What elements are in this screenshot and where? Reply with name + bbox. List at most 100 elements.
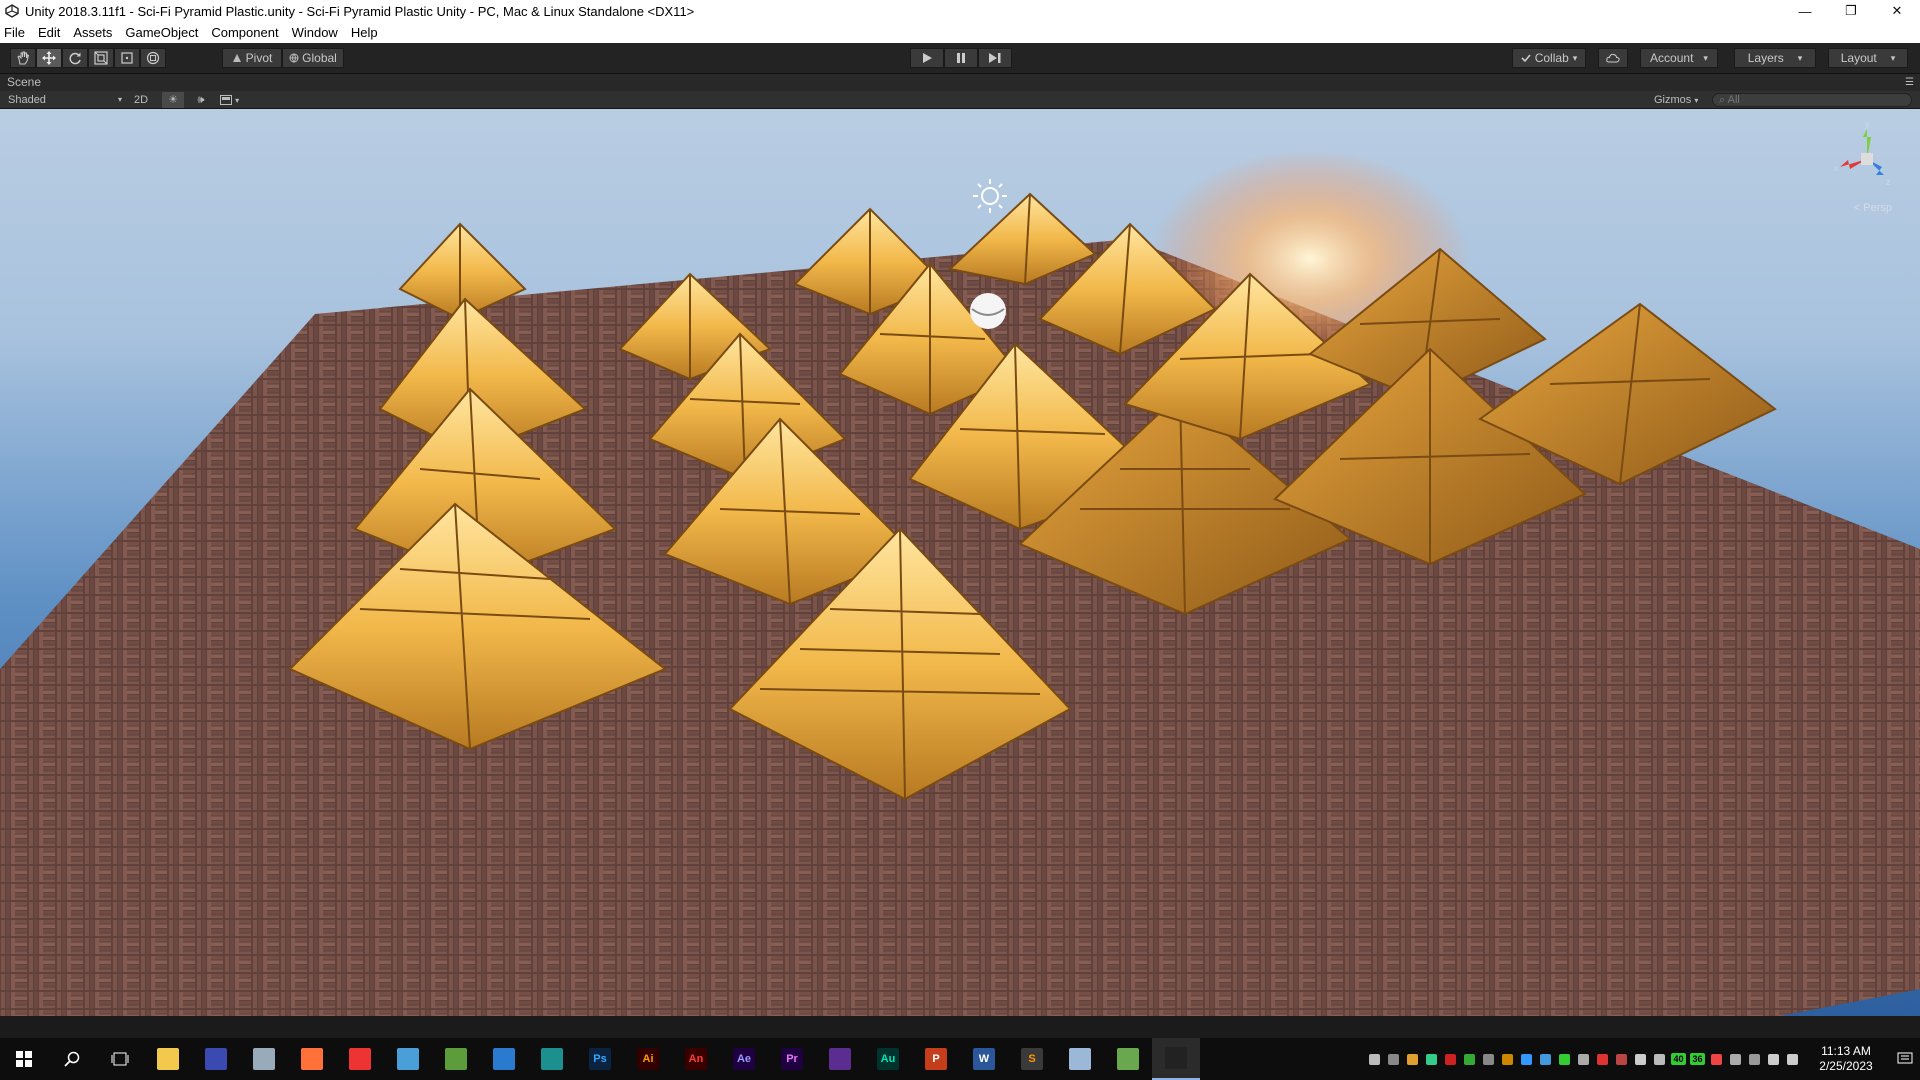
taskbar-app-word[interactable]: W [960,1038,1008,1080]
layout-dropdown[interactable]: Layout ▾ [1828,48,1908,68]
menu-file[interactable]: File [4,25,25,40]
z-axis-label: z [1886,177,1891,187]
rect-tool-button[interactable] [114,48,140,68]
projection-label[interactable]: < Persp [1854,202,1892,214]
collab-dropdown[interactable]: Collab ▾ [1512,48,1586,68]
tray-icon[interactable] [1384,1038,1403,1080]
2d-toggle-button[interactable]: 2D [131,92,151,108]
tray-icon[interactable] [1403,1038,1422,1080]
menu-gameobject[interactable]: GameObject [125,25,198,40]
taskbar-app-photoshop[interactable]: Ps [576,1038,624,1080]
notification-center-button[interactable] [1890,1052,1920,1066]
close-button[interactable]: ✕ [1874,0,1920,22]
step-button[interactable] [978,48,1012,68]
taskbar-app-file-explorer[interactable] [144,1038,192,1080]
maximize-button[interactable]: ❐ [1828,0,1874,22]
tray-icon[interactable] [1726,1038,1745,1080]
taskbar-app-powerpoint[interactable]: P [912,1038,960,1080]
scene-audio-toggle[interactable]: 🕪 [192,92,210,108]
window-titlebar: Unity 2018.3.11f1 - Sci-Fi Pyramid Plast… [0,0,1920,22]
search-icon: ⌕ [1719,94,1726,106]
tray-icon[interactable] [1764,1038,1783,1080]
move-tool-button[interactable] [36,48,62,68]
taskbar-app-search-tool[interactable] [384,1038,432,1080]
tray-icon[interactable] [1631,1038,1650,1080]
tray-icon[interactable] [1555,1038,1574,1080]
taskbar-app-unity-hub[interactable] [192,1038,240,1080]
tray-icon[interactable] [1460,1038,1479,1080]
play-button[interactable] [910,48,944,68]
gizmos-dropdown[interactable]: Gizmos ▾ [1654,92,1704,108]
tray-icon[interactable] [1498,1038,1517,1080]
taskbar-app-sublime[interactable]: S [1008,1038,1056,1080]
scene-effects-dropdown[interactable]: ▾ [220,92,246,108]
sublime-icon: S [1021,1048,1043,1070]
tray-icon-list: 40 36 [1365,1038,1802,1080]
taskbar-app-paint[interactable] [240,1038,288,1080]
menu-help[interactable]: Help [351,25,378,40]
tray-icon[interactable] [1574,1038,1593,1080]
tray-icon[interactable] [1745,1038,1764,1080]
taskbar-app-illustrator[interactable]: Ai [624,1038,672,1080]
transform-tool-button[interactable] [140,48,166,68]
tray-icon[interactable]: 36 [1688,1038,1707,1080]
pivot-toggle-button[interactable]: Pivot [222,48,282,68]
taskbar-app-globe-app[interactable] [432,1038,480,1080]
scene-lighting-toggle[interactable]: ☀ [162,92,184,108]
tray-icon[interactable] [1783,1038,1802,1080]
taskbar-app-visual-studio[interactable] [816,1038,864,1080]
visual-studio-icon [829,1048,851,1070]
menu-window[interactable]: Window [292,25,338,40]
combined-transform-icon [146,51,160,65]
tray-icon[interactable] [1593,1038,1612,1080]
taskbar-app-firefox[interactable] [288,1038,336,1080]
taskbar-app-chrome[interactable] [336,1038,384,1080]
taskbar-app-network-app[interactable] [1104,1038,1152,1080]
layers-dropdown[interactable]: Layers ▾ [1734,48,1816,68]
menu-edit[interactable]: Edit [38,25,60,40]
tray-icon[interactable] [1365,1038,1384,1080]
minimize-button[interactable]: — [1782,0,1828,22]
menu-component[interactable]: Component [211,25,278,40]
collab-group: Collab ▾ [1512,48,1586,68]
tray-icon[interactable] [1422,1038,1441,1080]
pivot-icon [232,54,241,62]
tray-icon[interactable] [1707,1038,1726,1080]
draw-mode-dropdown[interactable]: Shaded ▾ [8,92,124,108]
tray-icon[interactable]: 40 [1669,1038,1688,1080]
scale-tool-button[interactable] [88,48,114,68]
tray-icon[interactable] [1612,1038,1631,1080]
scene-search-input[interactable]: ⌕ All [1712,93,1912,107]
tab-menu-icon[interactable]: ☰ [1905,74,1914,91]
scene-tab-label: Scene [7,75,42,89]
taskbar-app-maya[interactable] [528,1038,576,1080]
tray-icon[interactable] [1536,1038,1555,1080]
taskbar-app-animate[interactable]: An [672,1038,720,1080]
global-toggle-button[interactable]: Global [282,48,344,68]
taskbar-app-notepad[interactable] [1056,1038,1104,1080]
animate-icon: An [685,1048,707,1070]
taskbar-app-after-effects[interactable]: Ae [720,1038,768,1080]
globe-icon [289,53,299,63]
tray-icon[interactable] [1650,1038,1669,1080]
tray-icon[interactable] [1441,1038,1460,1080]
taskbar-app-unity-editor[interactable] [1152,1038,1200,1080]
scene-tab[interactable]: Scene ☰ [0,74,1920,91]
task-view-button[interactable] [96,1038,144,1080]
pause-button[interactable] [944,48,978,68]
start-button[interactable] [0,1038,48,1080]
tray-icon[interactable] [1517,1038,1536,1080]
scene-viewport[interactable]: y x z < Persp [0,109,1920,1016]
tray-icon[interactable] [1479,1038,1498,1080]
taskbar-app-earth-app[interactable] [480,1038,528,1080]
taskbar-app-premiere[interactable]: Pr [768,1038,816,1080]
search-button[interactable] [48,1038,96,1080]
taskbar-clock[interactable]: 11:13 AM 2/25/2023 [1802,1044,1890,1074]
network-app-icon [1117,1048,1139,1070]
account-dropdown[interactable]: Account ▾ [1640,48,1718,68]
hand-tool-button[interactable] [10,48,36,68]
cloud-services-button[interactable] [1598,48,1628,68]
taskbar-app-audition[interactable]: Au [864,1038,912,1080]
menu-assets[interactable]: Assets [73,25,112,40]
rotate-tool-button[interactable] [62,48,88,68]
